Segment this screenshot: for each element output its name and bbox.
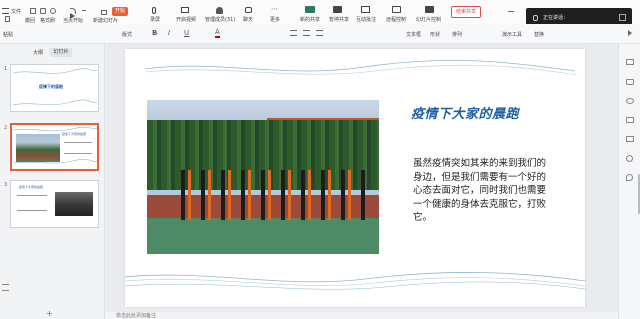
- print-icon[interactable]: [40, 8, 46, 14]
- more-button[interactable]: 更多: [270, 16, 280, 23]
- save-icon[interactable]: [30, 8, 36, 14]
- remote-control-button[interactable]: 远程控制: [386, 16, 406, 23]
- new-slide-button[interactable]: 新建幻灯片: [93, 17, 118, 24]
- preview-icon[interactable]: [50, 8, 56, 14]
- new-share-icon[interactable]: [305, 6, 315, 13]
- chat-button[interactable]: 聊天: [243, 16, 253, 23]
- speaker-icon: [533, 15, 538, 21]
- running-photo[interactable]: [147, 100, 379, 254]
- bold-icon[interactable]: B: [152, 29, 157, 37]
- slide-thumbnail-1[interactable]: 疫情下的晨跑: [10, 64, 99, 112]
- slide-body-text[interactable]: 虽然疫情突如其来的来到我们的身边，但是我们需要有一个好的心态去面对它，同时我们也…: [413, 157, 551, 247]
- thumb-text-lines: [64, 142, 92, 154]
- right-tool-rail: [618, 44, 640, 319]
- photo-field: [147, 218, 379, 254]
- annotate-icon[interactable]: [361, 6, 370, 13]
- animation-icon[interactable]: [626, 98, 634, 104]
- current-slide[interactable]: 疫情下大家的晨跑 虽然疫情突如其来的来到我们的身边，但是我们需要有一个好的心态去…: [125, 49, 585, 307]
- textbox-button[interactable]: 文本框: [406, 31, 421, 38]
- transition-icon[interactable]: [626, 117, 634, 123]
- replace-button[interactable]: 替换: [534, 31, 544, 38]
- format-painter-button[interactable]: 格式刷: [40, 17, 55, 24]
- arrange-button[interactable]: 排列: [452, 31, 462, 38]
- ribbon-toolbar: 粘贴 版式 B I U A 文本框 形状 排列 演示工具 替换: [0, 24, 640, 44]
- slide-thumbnail-pane: 大纲 幻灯片 1 疫情下的晨跑 2 疫情下大家的晨跑 3 疫情下大家的晨跑 +: [0, 44, 105, 319]
- paste-button[interactable]: 粘贴: [3, 31, 13, 38]
- speaking-text: 正在讲话：: [543, 15, 569, 21]
- tab-slides[interactable]: 幻灯片: [50, 48, 72, 57]
- photo-runners: [175, 170, 365, 220]
- slide-number: 3: [4, 182, 8, 188]
- interactive-annotate-button[interactable]: 互动批注: [356, 16, 376, 23]
- camera-icon[interactable]: [181, 7, 189, 13]
- app-menu-icon[interactable]: [2, 8, 9, 14]
- more-icon[interactable]: ⋯: [271, 5, 278, 13]
- wave-decoration-top: [144, 59, 578, 76]
- align-center-icon[interactable]: [303, 30, 310, 36]
- wave-decoration-bottom: [125, 272, 585, 290]
- slide-thumbnail-3[interactable]: 疫情下大家的晨跑: [10, 180, 99, 228]
- location-icon[interactable]: [626, 174, 633, 181]
- file-menu[interactable]: 文件: [11, 8, 21, 15]
- underline-icon[interactable]: U: [184, 29, 189, 37]
- font-color-icon[interactable]: A: [215, 29, 220, 38]
- record-button[interactable]: 录屏: [150, 16, 160, 23]
- thumb-text-lines: [17, 195, 47, 211]
- thumb-title: 疫情下大家的晨跑: [19, 185, 44, 189]
- shape-button[interactable]: 形状: [430, 31, 440, 38]
- slide-number: 1: [4, 66, 8, 72]
- slide-title[interactable]: 疫情下大家的晨跑: [411, 103, 571, 123]
- paste-icon[interactable]: [5, 16, 10, 22]
- thumb-title: 疫情下大家的晨跑: [62, 132, 87, 136]
- thumb-photo: [55, 192, 93, 216]
- slide-canvas: 疫情下大家的晨跑 虽然疫情突如其来的来到我们的身边，但是我们需要有一个好的心态去…: [106, 44, 618, 312]
- thumb-title: 疫情下的晨跑: [39, 84, 63, 89]
- more-quick-icon[interactable]: [82, 10, 86, 12]
- app-window: 文件 开始 撤回 格式刷 当页开始 新建幻灯片 录屏 开启视频 管理成员(31)…: [0, 0, 640, 319]
- crop-icon[interactable]: [626, 136, 634, 142]
- new-slide-icon[interactable]: [101, 10, 107, 15]
- notes-bar: 单击此处添加备注: [106, 312, 618, 319]
- notes-placeholder[interactable]: 单击此处添加备注: [116, 312, 156, 319]
- add-slide-icon[interactable]: +: [46, 310, 53, 318]
- manage-members-button[interactable]: 管理成员(31): [205, 16, 235, 23]
- undo-button[interactable]: 撤回: [25, 17, 35, 24]
- end-share-button[interactable]: 结束共享: [451, 6, 481, 18]
- help-icon[interactable]: [626, 155, 633, 162]
- window-minimize-icon[interactable]: [508, 11, 514, 12]
- popup-panel-icon[interactable]: [619, 14, 626, 21]
- tab-outline[interactable]: 大纲: [33, 49, 43, 56]
- italic-icon[interactable]: I: [168, 29, 170, 37]
- layout-button[interactable]: 版式: [122, 31, 132, 38]
- remote-control-icon[interactable]: [392, 6, 401, 13]
- design-icon[interactable]: [626, 79, 634, 85]
- new-share-button[interactable]: 新的共享: [300, 16, 320, 23]
- slide-thumbnail-2[interactable]: 疫情下大家的晨跑: [10, 123, 99, 171]
- slide-number: 2: [4, 125, 8, 131]
- mic-icon[interactable]: [152, 7, 156, 14]
- pause-share-button[interactable]: 暂停共享: [329, 16, 349, 23]
- play-tools-button[interactable]: 演示工具: [502, 31, 522, 38]
- from-current-button[interactable]: 当页开始: [63, 17, 83, 24]
- ribbon-scroll-right-icon[interactable]: [628, 30, 632, 36]
- thumb-photo: [16, 134, 60, 162]
- tab-start[interactable]: 开始: [112, 7, 128, 16]
- pane-menu-icon[interactable]: [2, 284, 9, 291]
- slide-control-button[interactable]: 幻灯片控制: [416, 16, 441, 23]
- align-left-icon[interactable]: [290, 30, 297, 36]
- pause-share-icon[interactable]: [333, 6, 342, 13]
- chat-icon[interactable]: [245, 7, 252, 13]
- slide-control-icon[interactable]: [425, 6, 434, 13]
- properties-icon[interactable]: [626, 59, 634, 65]
- start-video-button[interactable]: 开启视频: [176, 16, 196, 23]
- members-icon[interactable]: [216, 7, 223, 14]
- align-right-icon[interactable]: [316, 30, 323, 36]
